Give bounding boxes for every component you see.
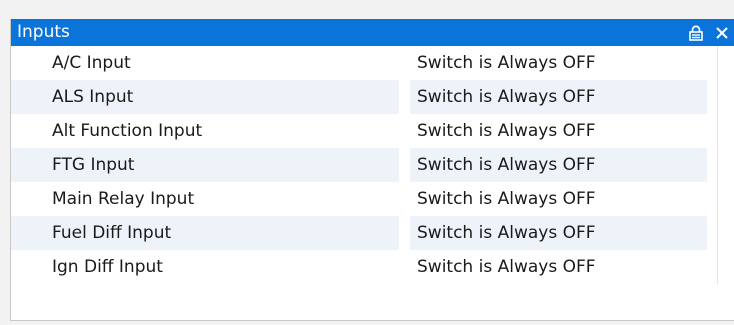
table-row[interactable]: Ign Diff Input Switch is Always OFF [11, 250, 734, 284]
table-row[interactable]: ALS Input Switch is Always OFF [11, 80, 734, 114]
titlebar-icons [683, 19, 734, 46]
input-name: FTG Input [52, 155, 135, 175]
input-value-cell[interactable]: Switch is Always OFF [410, 250, 707, 284]
input-name: Fuel Diff Input [52, 223, 172, 243]
inputs-panel: Inputs A/C Input Switch is Always OFF AL… [10, 19, 734, 321]
row-tail [717, 182, 734, 216]
window-background: Inputs A/C Input Switch is Always OFF AL… [0, 0, 734, 325]
input-value: Switch is Always OFF [417, 155, 596, 175]
row-tail [717, 216, 734, 250]
table-row[interactable]: Alt Function Input Switch is Always OFF [11, 114, 734, 148]
table-row[interactable]: Fuel Diff Input Switch is Always OFF [11, 216, 734, 250]
input-value: Switch is Always OFF [417, 53, 596, 73]
row-tail [717, 148, 734, 182]
input-name-cell: A/C Input [11, 46, 400, 80]
panel-title: Inputs [17, 22, 70, 42]
input-value-cell[interactable]: Switch is Always OFF [410, 216, 707, 250]
input-value: Switch is Always OFF [417, 257, 596, 277]
input-value-cell[interactable]: Switch is Always OFF [410, 182, 707, 216]
input-value-cell[interactable]: Switch is Always OFF [410, 80, 707, 114]
table-row[interactable]: FTG Input Switch is Always OFF [11, 148, 734, 182]
input-value: Switch is Always OFF [417, 223, 596, 243]
row-tail [717, 46, 734, 80]
row-tail [717, 80, 734, 114]
input-name: A/C Input [52, 53, 131, 73]
lock-icon[interactable] [683, 19, 709, 46]
row-tail [717, 114, 734, 148]
input-name-cell: Ign Diff Input [11, 250, 400, 284]
table-row[interactable]: A/C Input Switch is Always OFF [11, 46, 734, 80]
input-name: Main Relay Input [52, 189, 195, 209]
input-value: Switch is Always OFF [417, 121, 596, 141]
input-name: ALS Input [52, 87, 134, 107]
table-row[interactable]: Main Relay Input Switch is Always OFF [11, 182, 734, 216]
input-name-cell: ALS Input [11, 80, 400, 114]
input-value-cell[interactable]: Switch is Always OFF [410, 114, 707, 148]
inputs-table: A/C Input Switch is Always OFF ALS Input… [11, 46, 734, 284]
panel-titlebar[interactable]: Inputs [11, 19, 734, 46]
input-value-cell[interactable]: Switch is Always OFF [410, 46, 707, 80]
input-name-cell: Main Relay Input [11, 182, 400, 216]
input-value: Switch is Always OFF [417, 87, 596, 107]
input-value: Switch is Always OFF [417, 189, 596, 209]
row-tail [717, 250, 734, 284]
input-name: Alt Function Input [52, 121, 203, 141]
input-value-cell[interactable]: Switch is Always OFF [410, 148, 707, 182]
input-name-cell: Fuel Diff Input [11, 216, 400, 250]
input-name-cell: Alt Function Input [11, 114, 400, 148]
input-name-cell: FTG Input [11, 148, 400, 182]
input-name: Ign Diff Input [52, 257, 163, 277]
close-icon[interactable] [709, 19, 734, 46]
